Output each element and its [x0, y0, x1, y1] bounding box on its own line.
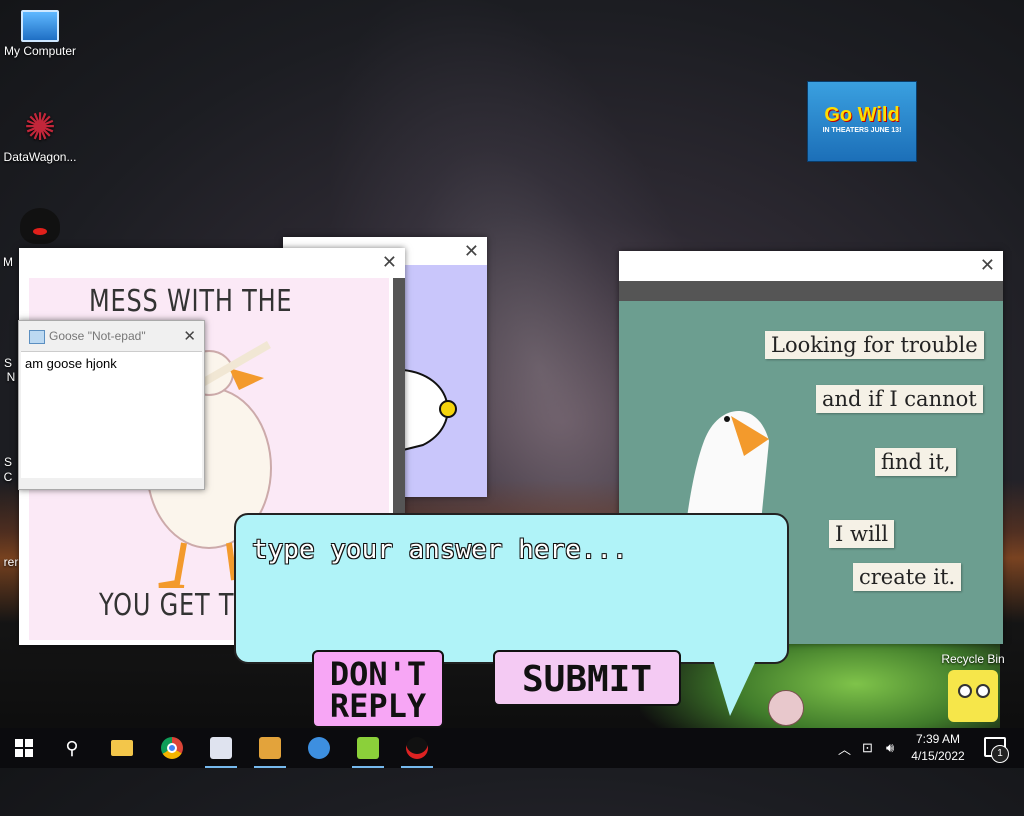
start-button[interactable] [6, 732, 42, 764]
close-icon[interactable]: ✕ [183, 327, 196, 345]
button-label-line: DON'T [329, 655, 427, 693]
green-app-icon [357, 737, 379, 759]
button-label-line: REPLY [329, 687, 427, 725]
search-icon: ⚲ [65, 737, 79, 758]
speaker-icon: 🔊︎ [886, 740, 895, 755]
button-label: SUBMIT [521, 659, 653, 700]
desktop-icon-label: rer [3, 555, 19, 569]
submit-button[interactable]: SUBMIT [493, 650, 681, 706]
answer-input[interactable] [250, 524, 774, 576]
bubble-tail [712, 656, 758, 716]
note-text: create it. [853, 563, 962, 591]
goose-notepad-window: Goose "Not-epad" ✕ am goose hjonk [18, 320, 205, 490]
desktop-icon-label: C [3, 470, 13, 484]
dont-reply-button[interactable]: DON'T REPLY [312, 650, 444, 728]
close-icon[interactable]: ✕ [382, 252, 397, 273]
window-title: Goose "Not-epad" [49, 329, 146, 343]
close-icon[interactable]: ✕ [980, 255, 995, 276]
desktop-icon-recycle-bin[interactable]: Recycle Bin [928, 652, 1018, 722]
chevron-up-icon: ︿ [838, 741, 852, 757]
blue-app-icon [308, 737, 330, 759]
windows-logo-icon [15, 739, 33, 757]
folder-icon [111, 740, 133, 756]
desktop-icon-label: DataWagon... [3, 150, 77, 164]
note-text: Looking for trouble [765, 331, 984, 359]
desktop-icon-pingu[interactable] [0, 208, 80, 246]
desktop-icon-label: S [3, 356, 12, 370]
tray-show-hidden[interactable]: ︿ [838, 728, 851, 768]
spongebob-recycle-icon [948, 670, 998, 722]
meme-bottom-text: YOU GET TH [99, 588, 254, 623]
network-icon: ⊡ [862, 740, 873, 755]
tray-volume[interactable]: 🔊︎ [886, 728, 894, 768]
clock-time: 7:39 AM [915, 732, 961, 746]
desktop-icon-datawagon[interactable]: ✺ DataWagon... [0, 108, 80, 164]
taskbar-app-blue[interactable] [301, 732, 337, 764]
notification-count-badge: 1 [991, 745, 1009, 763]
pingu-icon [20, 208, 60, 244]
desktop-icon-label: N [6, 370, 16, 384]
desktop-icon-label: My Computer [3, 44, 77, 58]
taskbar-file-explorer[interactable] [104, 732, 140, 764]
giraffe-app-icon [259, 737, 281, 759]
notepad-icon [29, 330, 45, 344]
note-text: find it, [875, 448, 957, 476]
desktop-icon-label: S [3, 455, 12, 469]
chrome-icon [161, 737, 183, 759]
tray-network[interactable]: ⊡ [862, 728, 873, 768]
movie-poster-image[interactable]: Go Wild IN THEATERS JUNE 13! [807, 81, 917, 162]
notepad-content: am goose hjonk [25, 356, 117, 371]
computer-icon [21, 10, 59, 42]
image-top-band [619, 281, 1003, 301]
taskbar-chrome[interactable] [154, 732, 190, 764]
bunny-app-icon [210, 737, 232, 759]
datawagon-icon: ✺ [24, 107, 56, 149]
poster-title: Go Wild [824, 104, 900, 126]
desktop-icon-my-computer[interactable]: My Computer [0, 10, 80, 58]
note-text: and if I cannot [816, 385, 983, 413]
search-button[interactable]: ⚲ [54, 732, 90, 764]
desktop-icon-label: M [3, 255, 13, 269]
notepad-text-area[interactable]: am goose hjonk [21, 351, 202, 478]
desktop-buddy-character[interactable] [768, 690, 804, 726]
taskbar-app-pingu[interactable] [399, 732, 435, 768]
taskbar-app-bunny[interactable] [203, 732, 239, 768]
taskbar-clock[interactable]: 7:39 AM 4/15/2022 [905, 731, 971, 765]
desktop-icon-label: Recycle Bin [941, 652, 1005, 666]
pingu-app-icon [406, 737, 428, 759]
taskbar: ⚲ ︿ ⊡ 🔊︎ 7:39 AM 4/15/2022 1 [0, 728, 1024, 768]
close-icon[interactable]: ✕ [464, 241, 479, 262]
clock-date: 4/15/2022 [911, 749, 965, 763]
poster-subtitle: IN THEATERS JUNE 13! [822, 127, 902, 134]
taskbar-app-green[interactable] [350, 732, 386, 768]
taskbar-app-giraffe[interactable] [252, 732, 288, 768]
note-text: I will [829, 520, 895, 548]
